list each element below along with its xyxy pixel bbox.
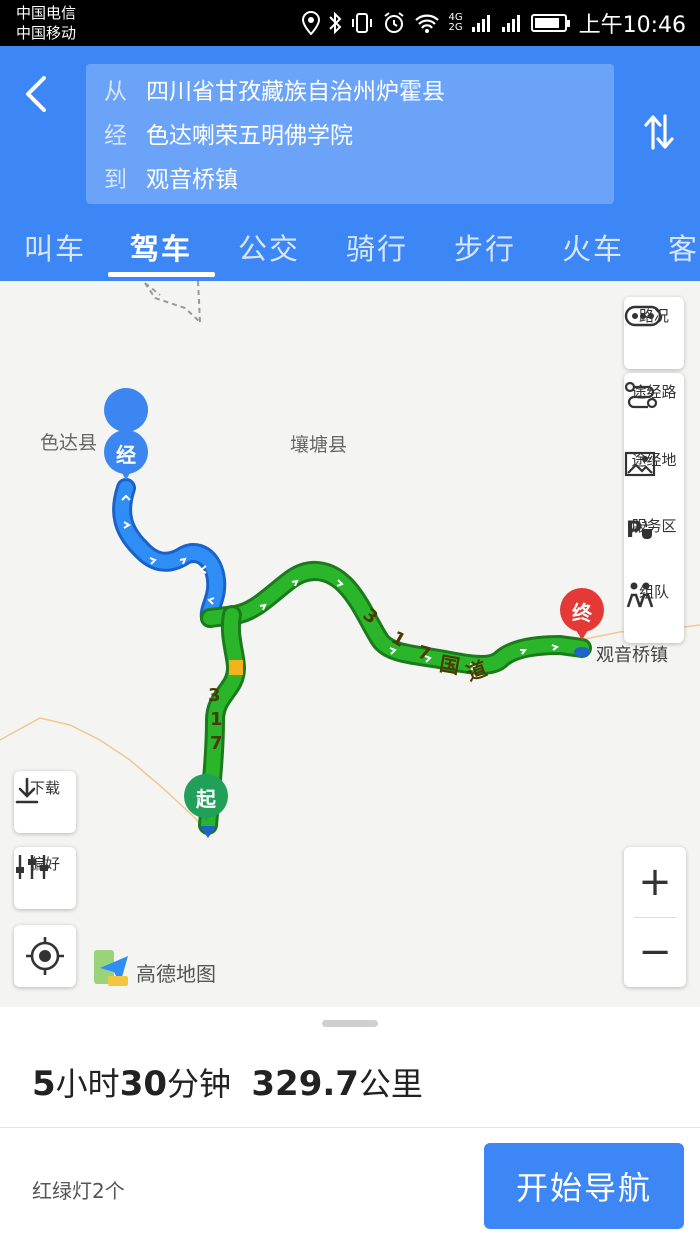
traffic-control[interactable]: 路况 bbox=[624, 305, 684, 327]
place-label-seda[interactable]: 色达县 bbox=[40, 428, 97, 455]
battery-icon bbox=[530, 14, 570, 32]
start-pin-label: 起 bbox=[196, 787, 216, 811]
zoom-out-button[interactable]: − bbox=[624, 917, 686, 987]
carrier-1: 中国电信 bbox=[16, 4, 77, 22]
download-icon bbox=[15, 777, 39, 804]
route-input-box[interactable]: 从 四川省甘孜藏族自治州炉霍县 经 色达喇荣五明佛学院 到 观音桥镇 bbox=[86, 64, 614, 204]
carrier-2: 中国移动 bbox=[16, 24, 77, 42]
tab-taxi[interactable]: 叫车 bbox=[24, 226, 86, 268]
distance-value: 329.7 bbox=[251, 1064, 359, 1104]
sheet-drag-handle[interactable] bbox=[322, 1020, 378, 1027]
sliders-icon bbox=[16, 855, 48, 879]
to-location[interactable]: 观音桥镇 bbox=[146, 160, 238, 194]
map-logo-text: 高德地图 bbox=[136, 962, 216, 986]
tab-bus[interactable]: 公交 bbox=[238, 226, 300, 268]
locate-icon bbox=[26, 937, 64, 975]
from-prefix: 从 bbox=[104, 79, 127, 105]
vibrate-icon bbox=[350, 10, 374, 36]
zoom-controls: + − bbox=[624, 847, 686, 987]
map-pin-icon bbox=[624, 451, 656, 477]
carrier-info: 中国电信 中国移动 bbox=[16, 3, 76, 43]
signal-bars-icon bbox=[471, 10, 493, 36]
parking-coffee-icon: P bbox=[626, 518, 652, 543]
team-button[interactable]: 组队 bbox=[624, 581, 684, 608]
tab-walking[interactable]: 步行 bbox=[454, 226, 516, 268]
svg-text:P: P bbox=[626, 518, 642, 543]
route-map-canvas bbox=[0, 281, 700, 986]
map-view[interactable]: 3 1 7 国 道 3 1 7 色达县 壤塘县 观音桥镇 经 起 终 路况 途经… bbox=[0, 281, 700, 1007]
tab-cycling[interactable]: 骑行 bbox=[346, 226, 408, 268]
network-type-2: 2G bbox=[448, 22, 463, 33]
signal-bars-2-icon bbox=[501, 10, 523, 36]
amap-logo-icon bbox=[94, 950, 128, 986]
route-summary[interactable]: 5小时30分钟 329.7公里 bbox=[32, 1059, 423, 1105]
route-header: 从 四川省甘孜藏族自治州炉霍县 经 色达喇荣五明佛学院 到 观音桥镇 叫车 驾车… bbox=[0, 46, 700, 281]
distance-unit: 公里 bbox=[358, 1065, 423, 1103]
tab-coach[interactable]: 客 bbox=[668, 226, 699, 268]
end-pin-label: 终 bbox=[572, 601, 592, 625]
route-via-row[interactable]: 经 色达喇荣五明佛学院 bbox=[104, 112, 353, 154]
via-pin-label: 经 bbox=[116, 443, 136, 467]
waypoint-place-button[interactable]: 途经地 bbox=[624, 449, 684, 477]
download-control[interactable]: 下载 bbox=[14, 777, 76, 804]
download-button[interactable]: 下载 bbox=[14, 771, 76, 833]
wifi-icon bbox=[414, 10, 440, 36]
signal-4g-icon: 4G 2G bbox=[448, 10, 462, 36]
locate-button[interactable] bbox=[14, 925, 76, 987]
traffic-toggle[interactable]: 路况 bbox=[624, 297, 684, 369]
swap-route-button[interactable] bbox=[644, 112, 674, 152]
service-area-button[interactable]: P 服务区 bbox=[624, 515, 684, 543]
duration-minutes: 30 bbox=[119, 1064, 168, 1104]
to-prefix: 到 bbox=[104, 167, 127, 193]
waypoint-route-button[interactable]: 途经路 bbox=[624, 381, 684, 409]
tab-driving[interactable]: 驾车 bbox=[130, 226, 192, 268]
status-icons: 4G 2G 上午10:46 bbox=[302, 6, 686, 40]
county-boundary bbox=[144, 282, 201, 323]
alarm-icon bbox=[382, 10, 406, 36]
route-summary-sheet: 5小时30分钟 329.7公里 红绿灯2个 开始导航 bbox=[0, 1007, 700, 1244]
place-label-guanyinqiao[interactable]: 观音桥镇 bbox=[596, 641, 668, 667]
via-location[interactable]: 色达喇荣五明佛学院 bbox=[146, 116, 353, 150]
tab-train[interactable]: 火车 bbox=[562, 226, 624, 268]
bluetooth-icon bbox=[328, 10, 342, 36]
duration-hours: 5 bbox=[32, 1064, 56, 1104]
from-location[interactable]: 四川省甘孜藏族自治州炉霍县 bbox=[146, 72, 445, 106]
back-button[interactable] bbox=[20, 72, 56, 116]
location-icon bbox=[302, 10, 321, 36]
active-tab-indicator bbox=[108, 272, 215, 277]
traffic-light-count: 红绿灯2个 bbox=[32, 1179, 125, 1203]
traffic-icon bbox=[624, 305, 662, 327]
transport-tabs: 叫车 驾车 公交 骑行 步行 火车 客 bbox=[0, 218, 700, 281]
county-boundary-2 bbox=[197, 281, 201, 323]
road-left-char-2: 1 bbox=[210, 709, 223, 730]
clock: 上午10:46 bbox=[578, 13, 686, 38]
hours-unit: 小时 bbox=[55, 1065, 120, 1103]
minutes-unit: 分钟 bbox=[167, 1065, 232, 1103]
team-icon bbox=[626, 582, 654, 608]
end-location-marker bbox=[574, 647, 590, 657]
place-label-rangtang[interactable]: 壤塘县 bbox=[290, 430, 347, 457]
route-tools-panel: 途经路 途经地 P 服务区 组队 bbox=[624, 373, 684, 643]
road-left-char-1: 3 bbox=[208, 685, 221, 706]
route-from-row[interactable]: 从 四川省甘孜藏族自治州炉霍县 bbox=[104, 68, 445, 110]
road-left-char-3: 7 bbox=[210, 733, 223, 754]
zoom-in-button[interactable]: + bbox=[624, 847, 686, 917]
swap-icon bbox=[644, 114, 674, 150]
waypoint-route-icon bbox=[624, 381, 658, 409]
preference-button[interactable]: 偏好 bbox=[14, 847, 76, 909]
route-to-row[interactable]: 到 观音桥镇 bbox=[104, 156, 238, 198]
preference-control[interactable]: 偏好 bbox=[14, 853, 76, 879]
start-navigation-button[interactable]: 开始导航 bbox=[484, 1143, 684, 1229]
via-prefix: 经 bbox=[104, 123, 127, 149]
chevron-left-icon bbox=[26, 76, 46, 112]
sheet-divider bbox=[0, 1127, 700, 1128]
status-bar: 中国电信 中国移动 4G 2G 上午10:46 bbox=[0, 0, 700, 46]
